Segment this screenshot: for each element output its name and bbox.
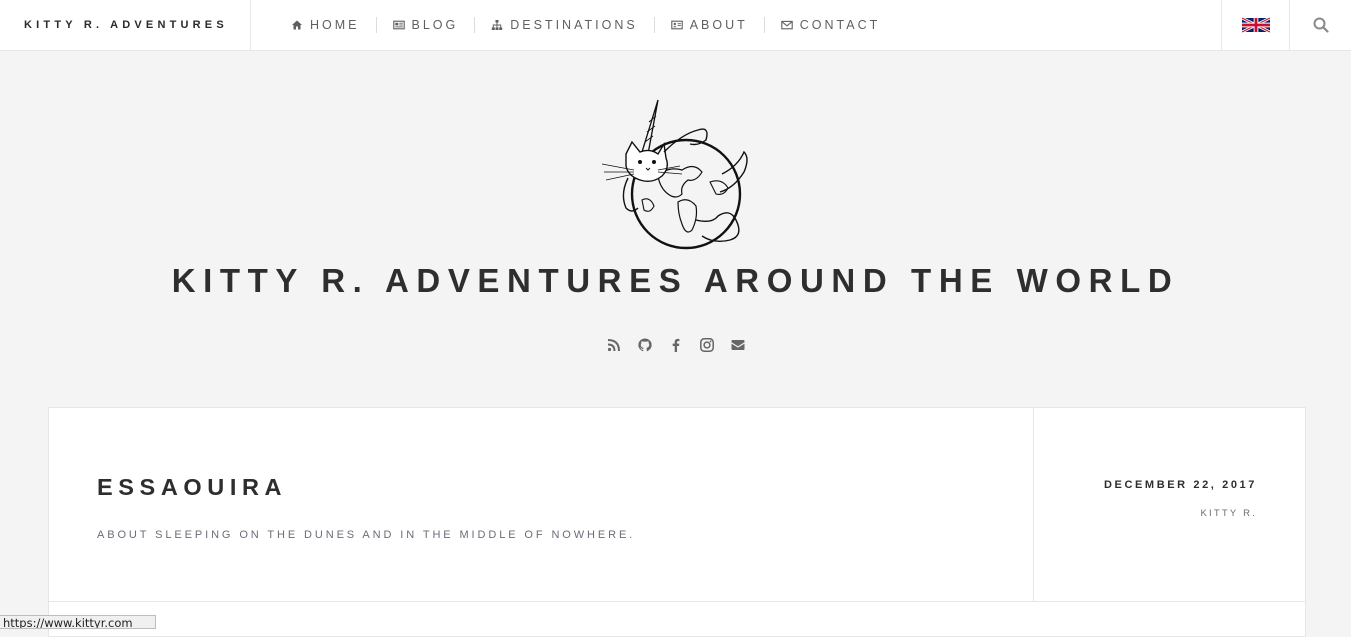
instagram-link[interactable]	[699, 337, 715, 353]
rss-icon	[607, 339, 620, 352]
post-subtitle: ABOUT SLEEPING ON THE DUNES AND IN THE M…	[97, 529, 636, 541]
nav-divider	[653, 17, 655, 33]
card-divider	[49, 601, 1305, 602]
post-author-link[interactable]: KITTY R.	[1201, 508, 1258, 519]
nav-home-label: HOME	[310, 18, 360, 32]
nav-divider	[763, 17, 765, 33]
unicorn-cat-globe-logo	[601, 99, 748, 250]
brand-link[interactable]: KITTY R. ADVENTURES	[0, 0, 251, 50]
nav-divider	[474, 17, 476, 33]
language-switcher[interactable]	[1221, 0, 1290, 50]
envelope-icon	[731, 340, 744, 350]
nav-destinations-label: DESTINATIONS	[510, 18, 638, 32]
email-link[interactable]	[730, 337, 746, 353]
nav-contact[interactable]: CONTACT	[781, 17, 881, 33]
post-date: DECEMBER 22, 2017	[1103, 479, 1257, 491]
nav-contact-label: CONTACT	[799, 18, 881, 32]
instagram-icon	[699, 338, 714, 352]
top-navbar: KITTY R. ADVENTURES HOME BLOG DESTINATIO…	[0, 0, 1351, 51]
uk-flag-icon	[1241, 17, 1270, 33]
home-icon	[291, 19, 303, 31]
main-nav: HOME BLOG DESTINATIONS ABOUT CONTACT	[251, 0, 880, 50]
nav-about-label: ABOUT	[689, 18, 748, 32]
github-icon	[637, 338, 652, 352]
nav-home[interactable]: HOME	[291, 17, 360, 33]
post-card: ESSAOUIRA ABOUT SLEEPING ON THE DUNES AN…	[48, 407, 1306, 637]
nav-blog[interactable]: BLOG	[392, 17, 459, 33]
id-card-icon	[670, 19, 683, 31]
social-links	[0, 335, 1351, 355]
nav-about[interactable]: ABOUT	[670, 17, 748, 33]
site-title: KITTY R. ADVENTURES AROUND THE WORLD	[171, 262, 1180, 299]
search-button[interactable]	[1290, 0, 1351, 50]
search-icon	[1313, 17, 1329, 33]
newspaper-icon	[392, 19, 405, 31]
sitemap-icon	[491, 19, 503, 31]
post-meta: DECEMBER 22, 2017 KITTY R.	[1034, 408, 1305, 601]
nav-blog-label: BLOG	[411, 18, 459, 32]
post-summary: ESSAOUIRA ABOUT SLEEPING ON THE DUNES AN…	[49, 408, 1034, 601]
facebook-link[interactable]	[668, 337, 684, 353]
github-link[interactable]	[637, 337, 653, 353]
facebook-icon	[672, 338, 679, 352]
rss-link[interactable]	[606, 337, 622, 353]
nav-divider	[375, 17, 377, 33]
post-title-link[interactable]: ESSAOUIRA	[97, 474, 287, 501]
envelope-icon	[781, 19, 793, 31]
nav-destinations[interactable]: DESTINATIONS	[491, 17, 637, 33]
